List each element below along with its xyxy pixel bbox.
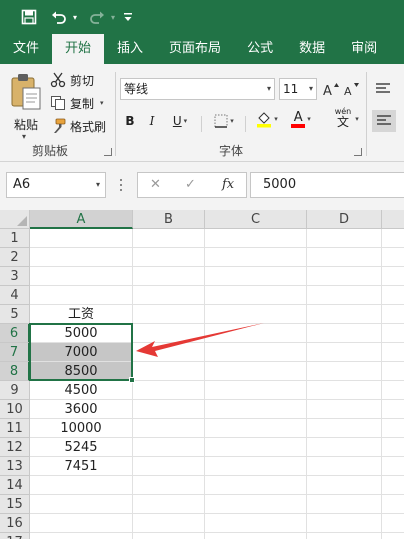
copy-button[interactable]: 复制 ▾	[50, 93, 104, 113]
align-left-button[interactable]	[372, 110, 396, 132]
group-separator	[115, 72, 116, 156]
bold-button[interactable]: B	[122, 110, 138, 132]
chevron-down-icon: ▾	[307, 115, 311, 123]
fx-icon[interactable]: fx	[222, 173, 234, 197]
font-name-value: 等线	[124, 82, 149, 96]
align-top-button[interactable]	[374, 78, 392, 100]
border-button[interactable]: ▾	[209, 110, 239, 132]
chevron-down-icon: ▾	[230, 117, 234, 125]
underline-label: U	[172, 114, 182, 128]
tab-data[interactable]: 数据	[286, 34, 338, 64]
font-color-icon: A	[291, 110, 306, 128]
format-painter-label: 格式刷	[70, 119, 107, 134]
font-separator	[201, 116, 202, 132]
format-painter-icon	[50, 118, 66, 134]
group-separator	[366, 72, 367, 156]
format-painter-button[interactable]: 格式刷	[50, 116, 106, 136]
underline-button[interactable]: U ▾	[166, 110, 194, 132]
font-size-select[interactable]: 11 ▾	[279, 78, 317, 100]
formula-bar: A6 ▾ ✕ ✓ fx 5000	[0, 162, 404, 210]
tab-review[interactable]: 审阅	[338, 34, 390, 64]
font-name-select[interactable]: 等线 ▾	[120, 78, 275, 100]
copy-icon	[50, 95, 66, 111]
customize-icon[interactable]	[122, 6, 134, 28]
grow-font-icon: A	[323, 83, 339, 97]
fill-color-icon	[257, 112, 272, 128]
tab-insert[interactable]: 插入	[104, 34, 156, 64]
clipboard-launcher-icon[interactable]	[104, 148, 112, 156]
tab-file[interactable]: 文件	[0, 34, 52, 64]
undo-icon[interactable]	[48, 6, 70, 28]
quick-access-toolbar: ▾ ▾	[0, 0, 404, 34]
chevron-down-icon: ▾	[266, 84, 271, 93]
arrow-annotation-icon	[136, 323, 264, 357]
fill-color-button[interactable]: ▾	[252, 108, 282, 130]
chevron-down-icon: ▾	[308, 84, 313, 93]
redo-icon[interactable]	[86, 6, 108, 28]
phonetic-icon: 文	[336, 115, 349, 129]
clipboard-group-label: 剪贴板	[32, 144, 69, 158]
save-icon[interactable]	[18, 6, 40, 28]
tab-page-layout[interactable]: 页面布局	[156, 34, 234, 64]
italic-button[interactable]: I	[144, 110, 160, 132]
cancel-icon[interactable]: ✕	[150, 173, 161, 197]
copy-dropdown-icon[interactable]: ▾	[100, 99, 104, 107]
shrink-font-icon: A	[344, 83, 359, 97]
cut-button[interactable]: 剪切	[50, 70, 94, 90]
paste-icon	[11, 74, 41, 110]
copy-label: 复制	[70, 96, 95, 111]
chevron-down-icon: ▾	[274, 115, 278, 123]
font-size-value: 11	[283, 82, 299, 96]
font-color-button[interactable]: A ▾	[286, 108, 316, 130]
chevron-down-icon: ▾	[95, 180, 100, 189]
border-icon	[214, 114, 228, 128]
font-launcher-icon[interactable]	[354, 148, 362, 156]
spreadsheet-grid: A B C D 1 2 3 4 5 工资 6 5000 7 7000 8 8500 9 4500 10 3600 11 1…	[0, 210, 404, 539]
svg-text:A: A	[323, 84, 332, 97]
ribbon-home: 粘贴 ▾ 剪切 复制 ▾ 格式刷 剪贴板 等线 ▾ 11 ▾ A A B I U…	[0, 64, 404, 162]
undo-dropdown-icon[interactable]: ▾	[70, 6, 80, 28]
name-box[interactable]: A6 ▾	[6, 172, 106, 198]
shrink-font-button[interactable]: A	[342, 78, 360, 100]
svg-text:A: A	[344, 85, 352, 97]
font-group-label: 字体	[219, 144, 244, 158]
enter-icon[interactable]: ✓	[185, 173, 196, 197]
chevron-down-icon: ▾	[183, 117, 188, 125]
align-icon	[377, 115, 391, 125]
formula-input[interactable]: 5000	[250, 172, 404, 198]
paste-button[interactable]: 粘贴 ▾	[8, 72, 44, 142]
ribbon-tabs: 文件 开始 插入 页面布局 公式 数据 审阅	[0, 34, 404, 64]
paste-label: 粘贴	[13, 118, 38, 132]
redo-dropdown-icon[interactable]: ▾	[108, 6, 118, 28]
cut-icon	[50, 72, 66, 88]
formula-bar-grip[interactable]	[119, 176, 123, 194]
name-box-value: A6	[13, 177, 31, 192]
tab-formulas[interactable]: 公式	[234, 34, 286, 64]
italic-label: I	[149, 114, 155, 128]
bold-label: B	[125, 114, 135, 128]
formula-controls: ✕ ✓ fx	[137, 172, 247, 198]
grow-font-button[interactable]: A	[322, 78, 340, 100]
font-separator	[245, 116, 246, 132]
phonetic-dropdown-icon[interactable]: ▾	[352, 108, 360, 130]
align-icon	[376, 83, 390, 93]
paste-dropdown-icon[interactable]: ▾	[22, 132, 26, 141]
cut-label: 剪切	[70, 73, 95, 88]
tab-home[interactable]: 开始	[52, 34, 105, 64]
